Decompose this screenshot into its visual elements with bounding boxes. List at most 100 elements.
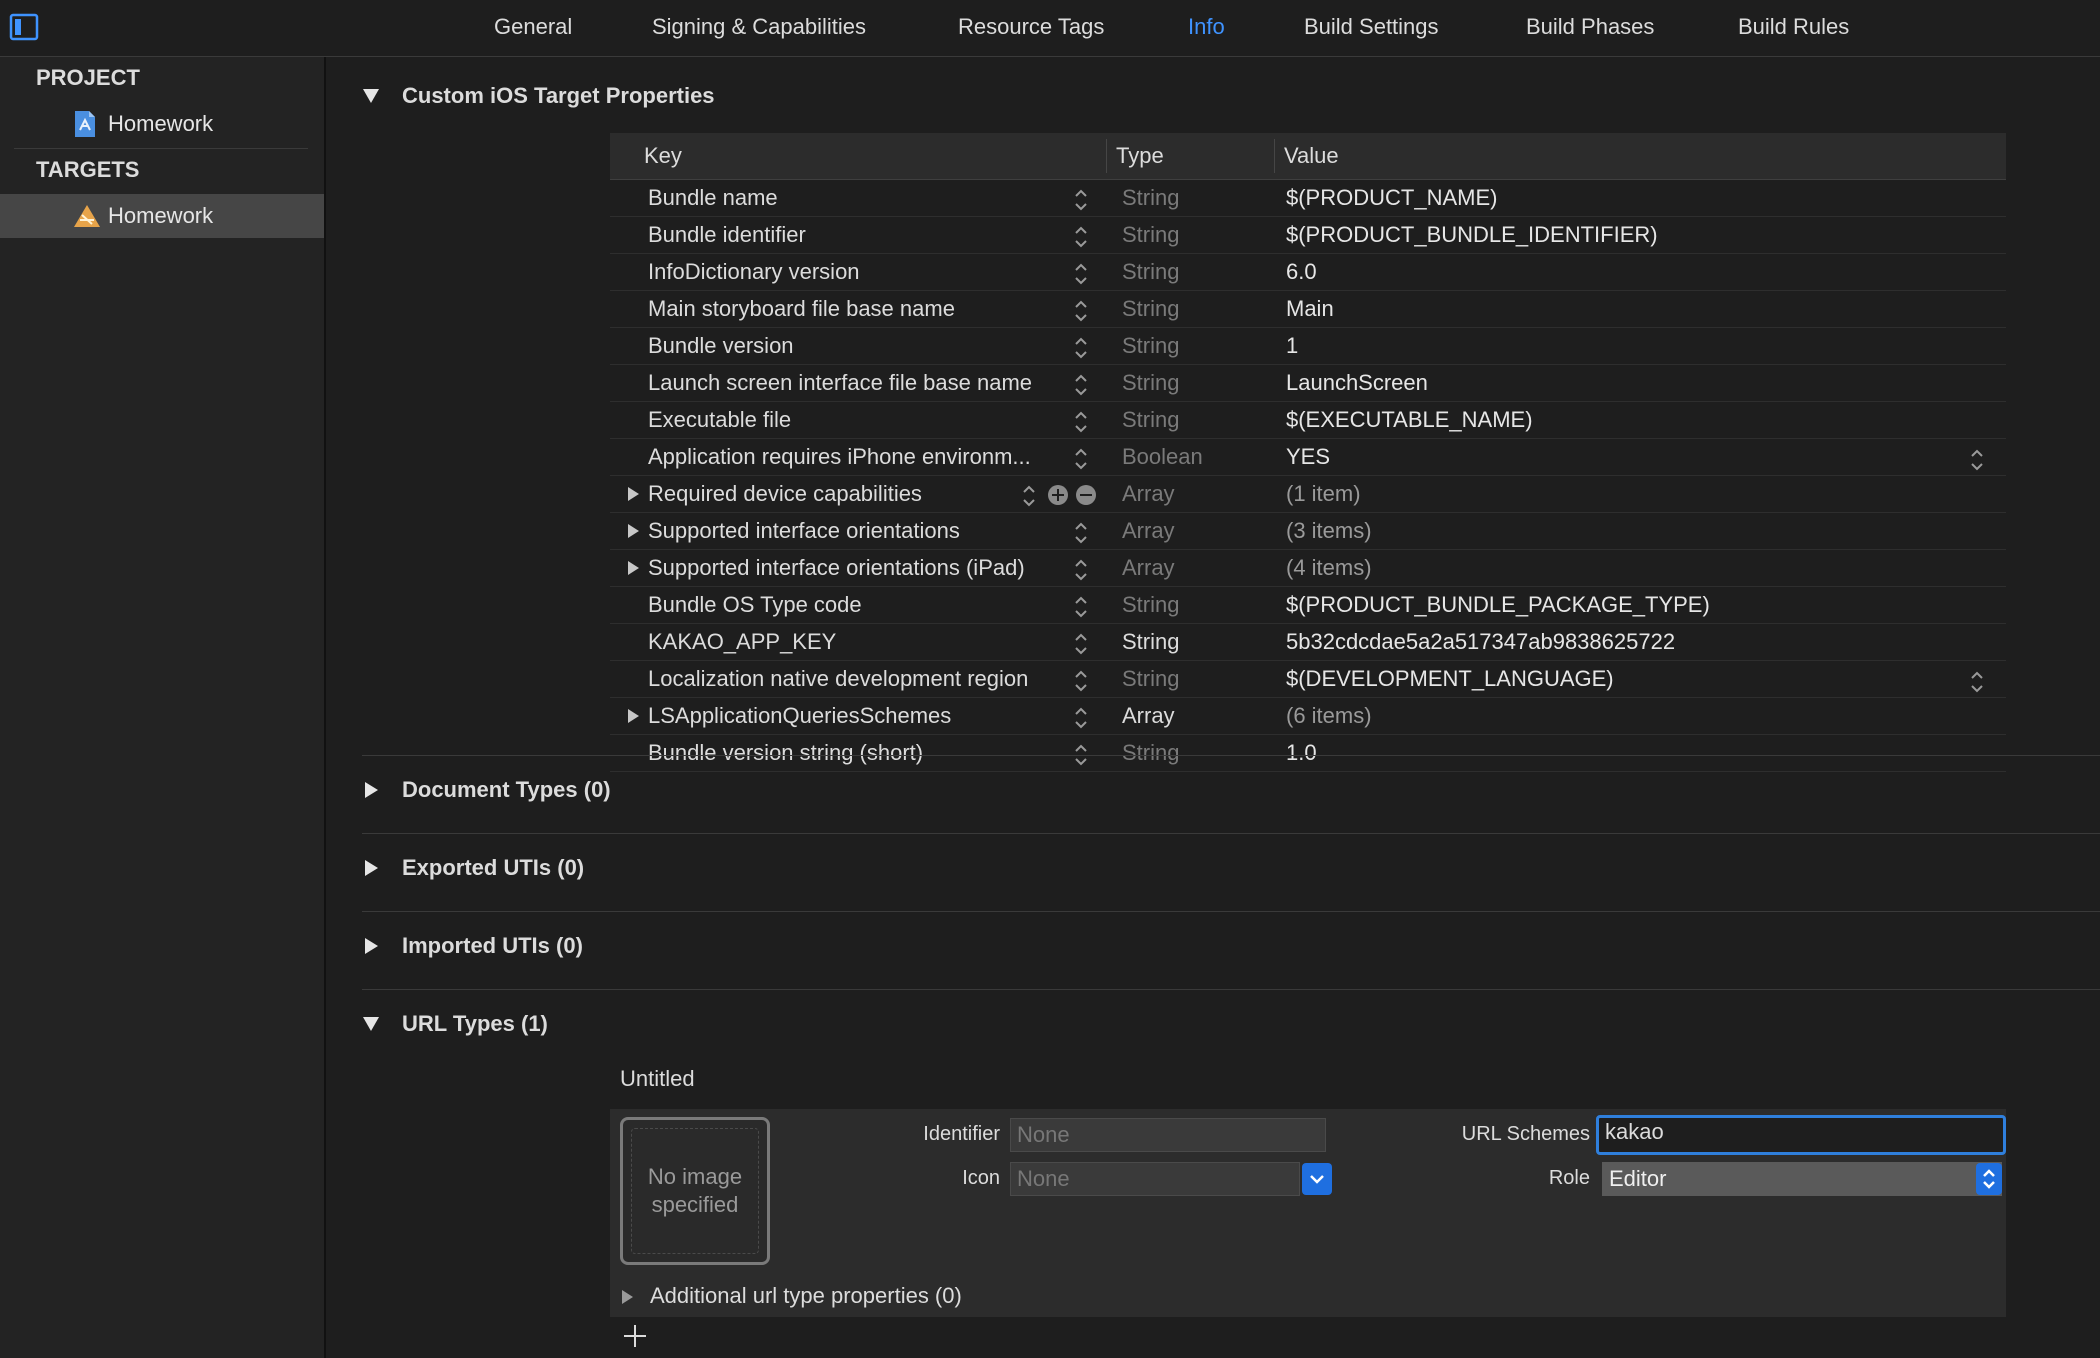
plist-key[interactable]: Application requires iPhone environm... bbox=[648, 444, 1060, 470]
plist-key[interactable]: Executable file bbox=[648, 407, 1060, 433]
plist-row[interactable]: Required device capabilities Array (1 item… bbox=[610, 476, 2006, 513]
plist-type[interactable]: String bbox=[1122, 629, 1179, 655]
plist-row[interactable]: Launch screen interface file base name St… bbox=[610, 365, 2006, 402]
plist-type[interactable]: String bbox=[1122, 222, 1179, 248]
role-select[interactable]: Editor bbox=[1602, 1162, 2002, 1196]
plist-type[interactable]: String bbox=[1122, 407, 1179, 433]
key-stepper-icon[interactable] bbox=[1074, 631, 1088, 657]
plist-row[interactable]: Executable file String $(EXECUTABLE_NAME) bbox=[610, 402, 2006, 439]
plist-row[interactable]: InfoDictionary version String 6.0 bbox=[610, 254, 2006, 291]
plist-value[interactable]: $(PRODUCT_BUNDLE_PACKAGE_TYPE) bbox=[1286, 592, 1710, 618]
plist-type[interactable]: Array bbox=[1122, 518, 1175, 544]
value-stepper-icon[interactable] bbox=[1970, 669, 1984, 695]
plist-row[interactable]: Application requires iPhone environm... B… bbox=[610, 439, 2006, 476]
column-value[interactable]: Value bbox=[1284, 143, 1339, 169]
plist-type[interactable]: String bbox=[1122, 666, 1179, 692]
project-item-homework[interactable]: Homework bbox=[0, 102, 324, 146]
column-key[interactable]: Key bbox=[644, 143, 682, 169]
key-stepper-icon[interactable] bbox=[1074, 409, 1088, 435]
disclosure-collapsed-icon[interactable] bbox=[626, 524, 640, 538]
identifier-field[interactable]: None bbox=[1010, 1118, 1326, 1152]
plist-key[interactable]: Bundle version string (short) bbox=[648, 740, 1060, 766]
plist-value[interactable]: (1 item) bbox=[1286, 481, 1361, 507]
plist-row[interactable]: Localization native development region St… bbox=[610, 661, 2006, 698]
key-stepper-icon[interactable] bbox=[1074, 705, 1088, 731]
plist-value[interactable]: 1 bbox=[1286, 333, 1298, 359]
plist-row[interactable]: Main storyboard file base name String Main bbox=[610, 291, 2006, 328]
plist-value[interactable]: (3 items) bbox=[1286, 518, 1372, 544]
section-url-types[interactable]: URL Types (1) bbox=[362, 1007, 762, 1047]
plist-value[interactable]: 1.0 bbox=[1286, 740, 1317, 766]
plist-value[interactable]: 5b32cdcdae5a2a517347ab9838625722 bbox=[1286, 629, 1675, 655]
plist-key[interactable]: Bundle identifier bbox=[648, 222, 1060, 248]
plist-row[interactable]: Bundle OS Type code String $(PRODUCT_BUNDL… bbox=[610, 587, 2006, 624]
plist-type[interactable]: Array bbox=[1122, 481, 1175, 507]
plist-type[interactable]: String bbox=[1122, 592, 1179, 618]
disclosure-collapsed-icon[interactable] bbox=[626, 709, 640, 723]
plist-value[interactable]: (4 items) bbox=[1286, 555, 1372, 581]
section-document-types[interactable]: Document Types (0) bbox=[362, 773, 762, 813]
plist-value[interactable]: YES bbox=[1286, 444, 1330, 470]
key-stepper-icon[interactable] bbox=[1074, 594, 1088, 620]
value-stepper-icon[interactable] bbox=[1970, 447, 1984, 473]
sidebar-toggle-icon[interactable] bbox=[9, 12, 39, 42]
plist-type[interactable]: String bbox=[1122, 259, 1179, 285]
section-imported-utis[interactable]: Imported UTIs (0) bbox=[362, 929, 762, 969]
role-stepper-button[interactable] bbox=[1976, 1163, 2002, 1195]
plist-key[interactable]: Bundle version bbox=[648, 333, 1060, 359]
plist-key[interactable]: Bundle name bbox=[648, 185, 1060, 211]
plist-value[interactable]: (6 items) bbox=[1286, 703, 1372, 729]
key-stepper-icon[interactable] bbox=[1074, 446, 1088, 472]
plist-row[interactable]: Bundle version String 1 bbox=[610, 328, 2006, 365]
column-type[interactable]: Type bbox=[1116, 143, 1164, 169]
plist-key[interactable]: Supported interface orientations (iPad) bbox=[648, 555, 1060, 581]
plist-value[interactable]: Main bbox=[1286, 296, 1334, 322]
plist-row[interactable]: Bundle name String $(PRODUCT_NAME) bbox=[610, 180, 2006, 217]
plist-value[interactable]: $(PRODUCT_NAME) bbox=[1286, 185, 1497, 211]
plist-key[interactable]: KAKAO_APP_KEY bbox=[648, 629, 1060, 655]
plist-key[interactable]: InfoDictionary version bbox=[648, 259, 1060, 285]
plist-key[interactable]: LSApplicationQueriesSchemes bbox=[648, 703, 1060, 729]
target-item-homework[interactable]: Homework bbox=[0, 194, 324, 238]
plist-value[interactable]: $(PRODUCT_BUNDLE_IDENTIFIER) bbox=[1286, 222, 1658, 248]
tab-build-rules[interactable]: Build Rules bbox=[1738, 0, 1849, 54]
plist-value[interactable]: 6.0 bbox=[1286, 259, 1317, 285]
plist-row[interactable]: Bundle identifier String $(PRODUCT_BUNDLE_… bbox=[610, 217, 2006, 254]
plist-type[interactable]: String bbox=[1122, 185, 1179, 211]
key-stepper-icon[interactable] bbox=[1074, 224, 1088, 250]
plist-type[interactable]: String bbox=[1122, 333, 1179, 359]
key-stepper-icon[interactable] bbox=[1074, 668, 1088, 694]
tab-general[interactable]: General bbox=[494, 0, 572, 54]
key-stepper-icon[interactable] bbox=[1074, 335, 1088, 361]
url-type-image-well[interactable]: No image specified bbox=[620, 1117, 770, 1265]
tab-build-settings[interactable]: Build Settings bbox=[1304, 0, 1439, 54]
key-stepper-icon[interactable] bbox=[1074, 298, 1088, 324]
plist-key[interactable]: Launch screen interface file base name bbox=[648, 370, 1060, 396]
plist-type[interactable]: Array bbox=[1122, 703, 1175, 729]
plist-key[interactable]: Bundle OS Type code bbox=[648, 592, 1060, 618]
key-stepper-icon[interactable] bbox=[1074, 372, 1088, 398]
plist-key[interactable]: Required device capabilities bbox=[648, 481, 1060, 507]
plist-key[interactable]: Supported interface orientations bbox=[648, 518, 1060, 544]
key-stepper-icon[interactable] bbox=[1022, 483, 1036, 509]
section-exported-utis[interactable]: Exported UTIs (0) bbox=[362, 851, 762, 891]
url-schemes-input[interactable]: kakao bbox=[1596, 1115, 2006, 1155]
key-stepper-icon[interactable] bbox=[1074, 557, 1088, 583]
remove-item-icon[interactable] bbox=[1076, 485, 1096, 505]
icon-dropdown-button[interactable] bbox=[1302, 1163, 1332, 1195]
plist-key[interactable]: Main storyboard file base name bbox=[648, 296, 1060, 322]
tab-build-phases[interactable]: Build Phases bbox=[1526, 0, 1654, 54]
plist-row[interactable]: KAKAO_APP_KEY String 5b32cdcdae5a2a517347a… bbox=[610, 624, 2006, 661]
plist-type[interactable]: Boolean bbox=[1122, 444, 1203, 470]
plist-key[interactable]: Localization native development region bbox=[648, 666, 1060, 692]
plist-value[interactable]: $(EXECUTABLE_NAME) bbox=[1286, 407, 1533, 433]
section-custom-properties[interactable]: Custom iOS Target Properties bbox=[362, 79, 962, 119]
tab-signing-capabilities[interactable]: Signing & Capabilities bbox=[652, 0, 866, 54]
icon-select[interactable]: None bbox=[1010, 1162, 1300, 1196]
tab-resource-tags[interactable]: Resource Tags bbox=[958, 0, 1104, 54]
plist-value[interactable]: LaunchScreen bbox=[1286, 370, 1428, 396]
plist-type[interactable]: String bbox=[1122, 296, 1179, 322]
add-item-icon[interactable] bbox=[1048, 485, 1068, 505]
disclosure-collapsed-icon[interactable] bbox=[626, 487, 640, 501]
key-stepper-icon[interactable] bbox=[1074, 520, 1088, 546]
